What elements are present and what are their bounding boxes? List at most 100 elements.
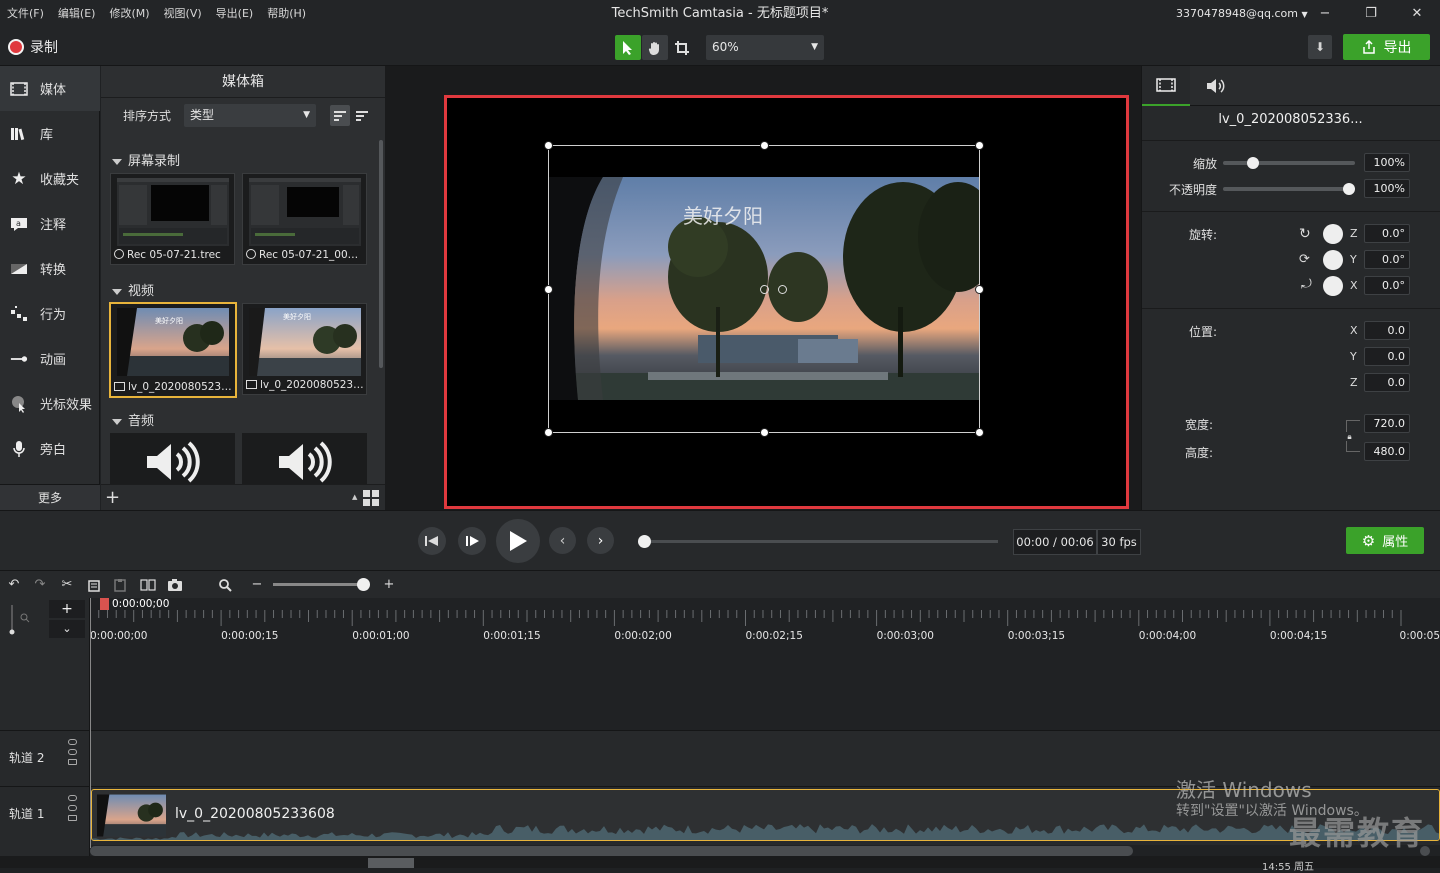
- menu-view[interactable]: 视图(V): [157, 0, 209, 28]
- crop-tool-button[interactable]: [669, 35, 695, 60]
- timeline-horizontal-scrollbar[interactable]: [90, 846, 1133, 856]
- pan-tool-button[interactable]: [642, 35, 668, 60]
- tab-visual-properties[interactable]: [1142, 66, 1190, 106]
- media-item-screen-1[interactable]: Rec 05-07-21.trec: [110, 173, 235, 265]
- minimize-button[interactable]: −: [1302, 0, 1348, 28]
- section-screen-recordings[interactable]: 屏幕录制: [112, 150, 180, 169]
- eye-icon[interactable]: [67, 795, 77, 801]
- nav-item-transitions[interactable]: 转换: [0, 246, 100, 291]
- rotation-y-field[interactable]: 0.0°: [1364, 250, 1410, 269]
- grid-view-icon[interactable]: [362, 489, 380, 507]
- playhead[interactable]: [100, 598, 109, 610]
- scrub-bar[interactable]: [643, 540, 998, 543]
- cut-button[interactable]: ✂: [57, 575, 77, 594]
- taskbar-item[interactable]: [368, 858, 414, 868]
- undo-button[interactable]: ↶: [4, 575, 24, 594]
- nav-item-annotations[interactable]: a 注释: [0, 201, 100, 246]
- opacity-slider-knob[interactable]: [1343, 183, 1355, 195]
- zoom-dropdown[interactable]: 60% ▼: [706, 35, 824, 60]
- scale-field[interactable]: 100%: [1364, 153, 1410, 172]
- nav-item-library[interactable]: 库: [0, 111, 100, 156]
- paste-button[interactable]: [110, 575, 130, 594]
- sort-dropdown[interactable]: 类型 ▼: [184, 104, 316, 127]
- sort-ascending-button[interactable]: [330, 105, 350, 126]
- section-video[interactable]: 视频: [112, 280, 154, 299]
- nav-item-cursor-effects[interactable]: 光标效果: [0, 381, 100, 426]
- lock-icon[interactable]: [67, 815, 77, 821]
- menu-file[interactable]: 文件(F): [0, 0, 51, 28]
- nav-item-behaviors[interactable]: 行为: [0, 291, 100, 336]
- eye-icon[interactable]: [67, 739, 77, 745]
- play-button[interactable]: [496, 519, 540, 563]
- media-item-video-2[interactable]: 美好夕阳 lv_0_20200805233608.mp4: [242, 303, 367, 395]
- section-audio[interactable]: 音频: [112, 410, 154, 429]
- scale-slider[interactable]: [1223, 161, 1355, 165]
- step-forward-button[interactable]: [458, 527, 486, 555]
- center-handle[interactable]: [760, 285, 769, 294]
- track-height-slider[interactable]: [8, 603, 32, 635]
- media-bin-scrollbar[interactable]: [379, 140, 383, 368]
- scrollbar-end-cap[interactable]: [1420, 846, 1430, 856]
- select-tool-button[interactable]: [615, 35, 641, 60]
- resize-handle[interactable]: [760, 141, 769, 150]
- split-button[interactable]: [138, 575, 158, 594]
- position-y-field[interactable]: 0.0: [1364, 347, 1410, 366]
- media-item-audio-2[interactable]: [242, 433, 367, 484]
- link-icon[interactable]: [67, 749, 77, 755]
- nav-item-voice-narration[interactable]: 旁白: [0, 426, 100, 471]
- resize-handle[interactable]: [975, 141, 984, 150]
- nav-item-favorites[interactable]: ★ 收藏夹: [0, 156, 100, 201]
- position-z-field[interactable]: 0.0: [1364, 373, 1410, 392]
- download-button[interactable]: ⬇: [1308, 35, 1332, 59]
- track-options-button[interactable]: ⌄: [49, 620, 85, 638]
- export-button[interactable]: 导出: [1343, 34, 1430, 60]
- opacity-field[interactable]: 100%: [1364, 179, 1410, 198]
- zoom-search-button[interactable]: [215, 575, 235, 594]
- sort-descending-button[interactable]: [352, 105, 372, 126]
- menu-modify[interactable]: 修改(M): [102, 0, 156, 28]
- scale-slider-knob[interactable]: [1247, 157, 1259, 169]
- timeline-zoom-knob[interactable]: [357, 578, 370, 591]
- step-back-button[interactable]: [418, 527, 446, 555]
- opacity-slider[interactable]: [1223, 187, 1355, 191]
- snapshot-button[interactable]: [165, 575, 185, 594]
- add-media-icon[interactable]: +: [105, 487, 120, 508]
- menu-export[interactable]: 导出(E): [209, 0, 261, 28]
- selection-box[interactable]: [544, 141, 984, 437]
- lock-icon[interactable]: 🔒︎: [1345, 432, 1354, 441]
- resize-handle[interactable]: [544, 285, 553, 294]
- scrub-knob[interactable]: [638, 535, 651, 548]
- resize-handle[interactable]: [975, 428, 984, 437]
- add-track-button[interactable]: +: [49, 600, 85, 618]
- rotation-z-dial[interactable]: [1323, 224, 1343, 244]
- resize-handle[interactable]: [544, 428, 553, 437]
- nav-item-animations[interactable]: 动画: [0, 336, 100, 381]
- rotation-z-field[interactable]: 0.0°: [1364, 224, 1410, 243]
- record-button[interactable]: 录制: [8, 37, 58, 57]
- media-item-video-1[interactable]: 美好夕阳 lv_0_20200805233608.mp4: [109, 302, 237, 398]
- previous-marker-button[interactable]: ‹: [549, 527, 576, 554]
- copy-button[interactable]: [84, 575, 104, 594]
- resize-handle[interactable]: [760, 428, 769, 437]
- zoom-in-button[interactable]: +: [379, 575, 399, 594]
- tab-audio-properties[interactable]: [1192, 66, 1240, 106]
- maximize-button[interactable]: ❐: [1348, 0, 1394, 28]
- position-x-field[interactable]: 0.0: [1364, 321, 1410, 340]
- media-item-audio-1[interactable]: [110, 433, 235, 484]
- more-button[interactable]: 更多: [0, 484, 100, 510]
- resize-handle[interactable]: [975, 285, 984, 294]
- media-item-screen-2[interactable]: Rec 05-07-21_001.trec: [242, 173, 367, 265]
- menu-help[interactable]: 帮助(H): [260, 0, 313, 28]
- width-field[interactable]: 720.0: [1364, 414, 1410, 433]
- nav-item-media[interactable]: 媒体: [0, 66, 100, 111]
- rotation-x-dial[interactable]: [1323, 276, 1343, 296]
- menu-edit[interactable]: 编辑(E): [51, 0, 103, 28]
- link-icon[interactable]: [67, 805, 77, 811]
- rotation-y-dial[interactable]: [1323, 250, 1343, 270]
- timeline-zoom-slider[interactable]: [273, 583, 363, 586]
- next-marker-button[interactable]: ›: [587, 527, 614, 554]
- zoom-out-button[interactable]: −: [247, 575, 267, 594]
- resize-handle[interactable]: [544, 141, 553, 150]
- properties-button[interactable]: ⚙ 属性: [1346, 527, 1424, 554]
- close-button[interactable]: ✕: [1394, 0, 1440, 28]
